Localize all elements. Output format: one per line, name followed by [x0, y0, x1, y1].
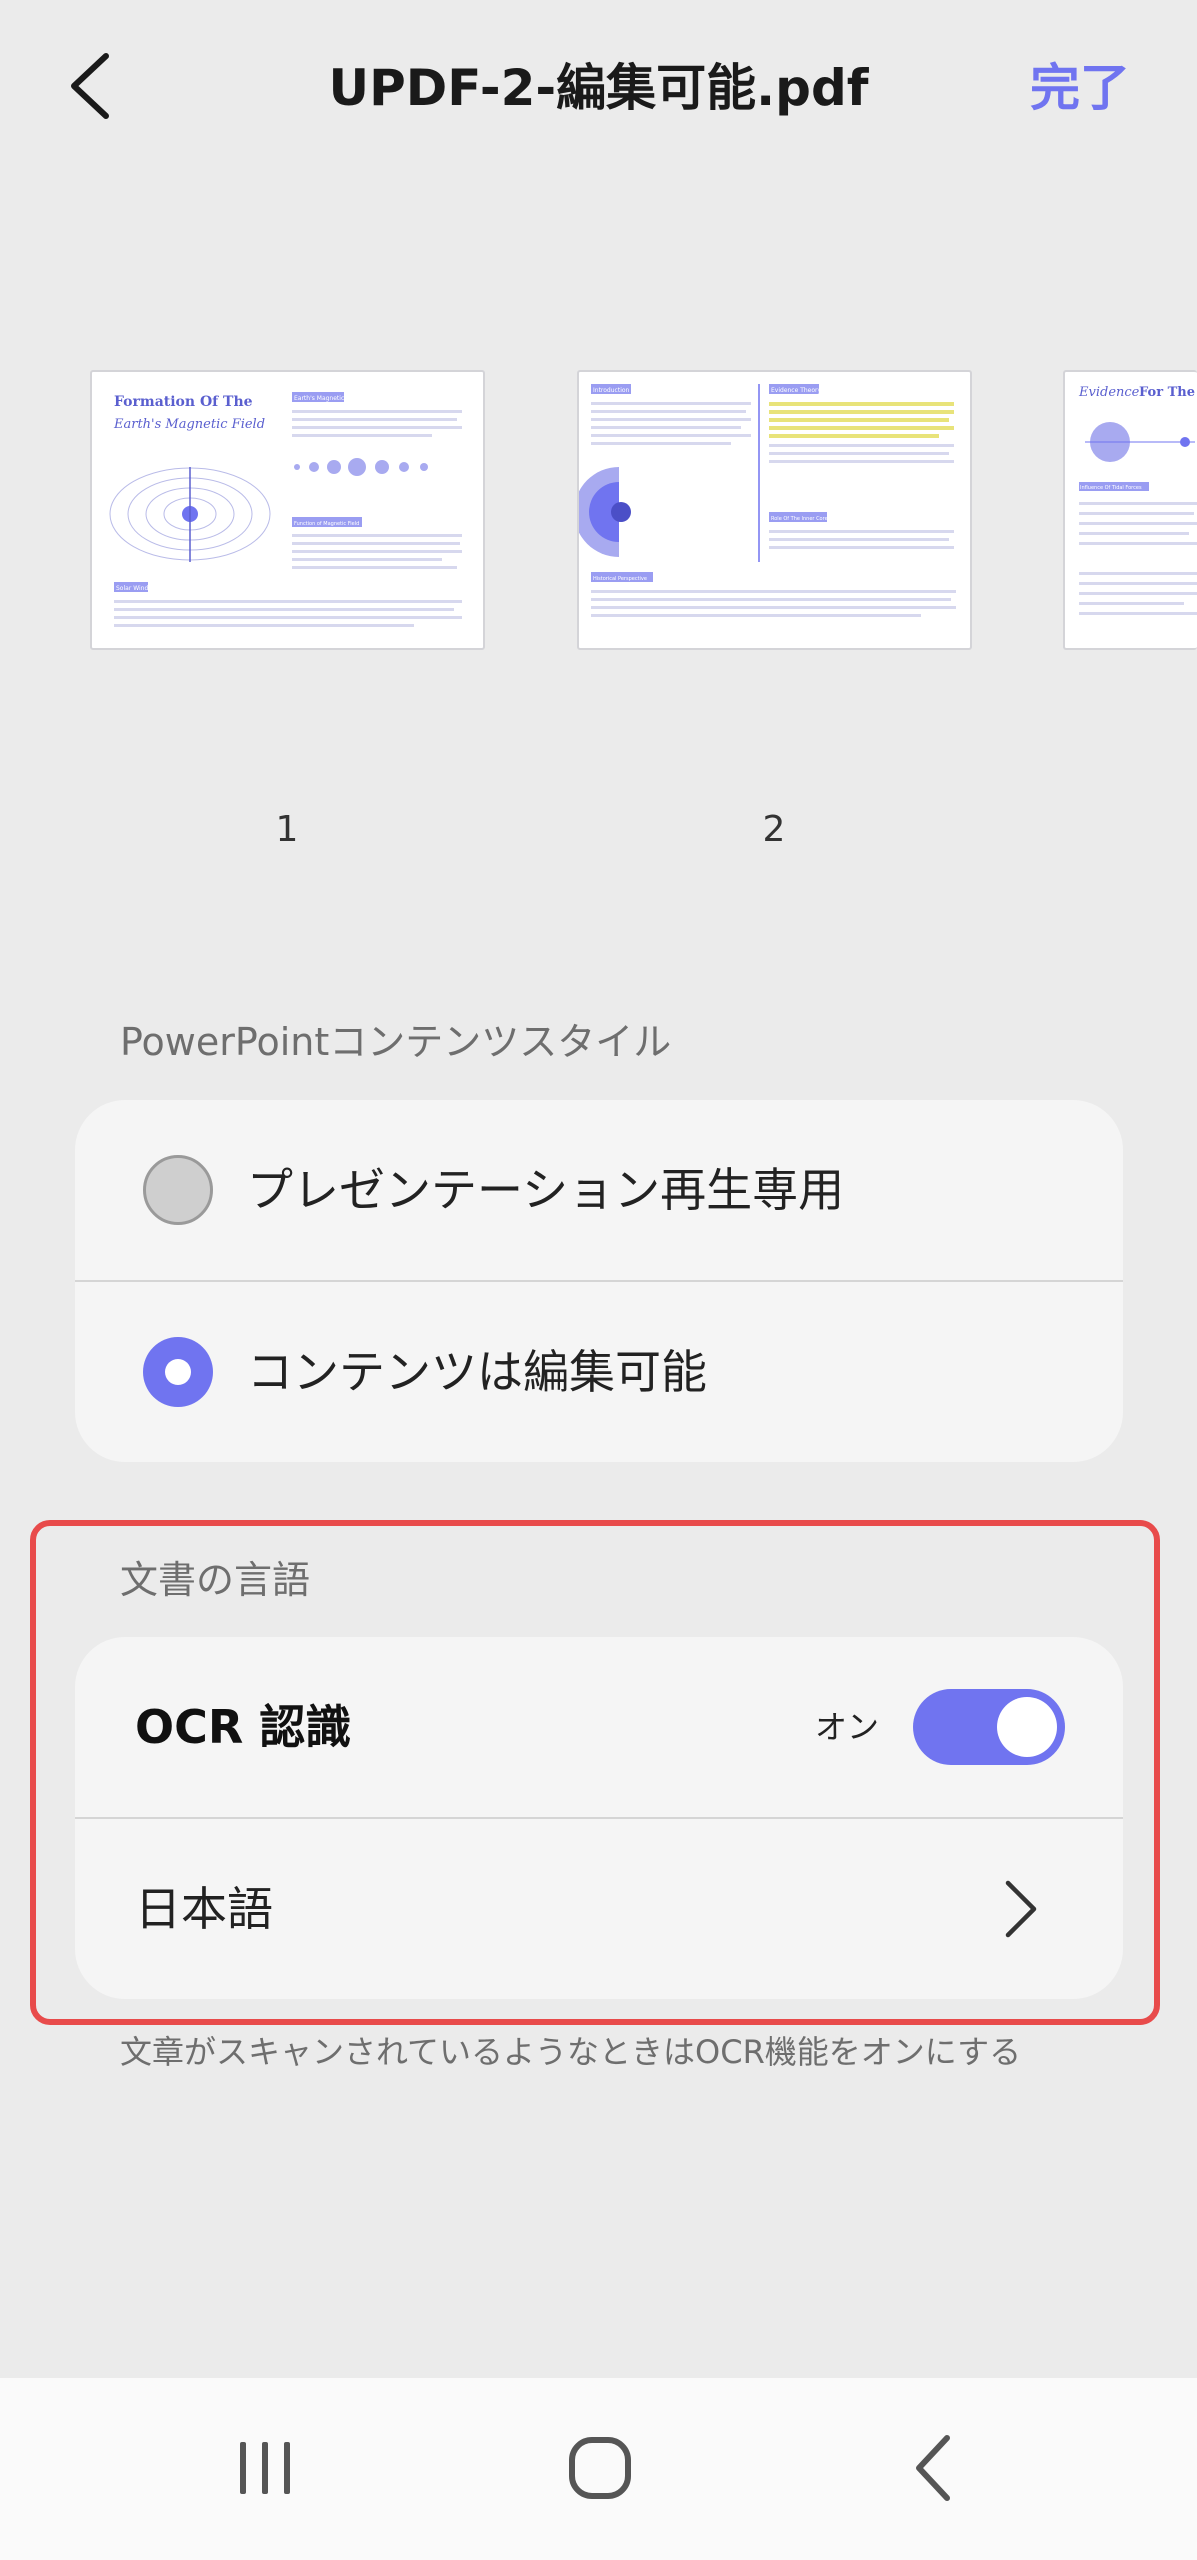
- document-language-section-label: 文書の言語: [120, 1558, 311, 1602]
- language-row[interactable]: 日本語: [75, 1817, 1123, 1999]
- document-language-card: OCR 認識 オン 日本語: [75, 1637, 1123, 1999]
- page-3-title-prefix: Evidence: [1078, 385, 1140, 400]
- page-1-title-line1: Formation Of The: [114, 394, 253, 410]
- system-navigation-bar: [0, 2378, 1197, 2560]
- recent-apps-icon: [240, 2442, 290, 2494]
- chevron-left-icon: [71, 53, 109, 119]
- svg-text:Solar Wind: Solar Wind: [116, 585, 148, 592]
- page-thumbnail-2[interactable]: Introduction Evidence Theory Role Of The…: [577, 370, 972, 650]
- ocr-state-label: オン: [815, 1708, 880, 1746]
- page-number-2: 2: [762, 809, 786, 850]
- recent-apps-button[interactable]: [205, 2418, 325, 2518]
- back-icon: [916, 2435, 950, 2501]
- ppt-style-section-label: PowerPointコンテンツスタイル: [120, 1020, 672, 1064]
- svg-text:Role Of The Inner Core: Role Of The Inner Core: [771, 516, 828, 522]
- page-1-title-line2: Earth's Magnetic Field: [113, 417, 265, 432]
- option-presentation-only[interactable]: プレゼンテーション再生専用: [75, 1100, 1123, 1280]
- svg-text:Evidence Theory: Evidence Theory: [771, 387, 822, 394]
- option-editable-content[interactable]: コンテンツは編集可能: [75, 1280, 1123, 1462]
- home-icon: [569, 2437, 631, 2499]
- page-1-preview: Formation Of The Earth's Magnetic Field …: [109, 392, 462, 627]
- chevron-right-icon: [1005, 1880, 1037, 1938]
- ocr-row: OCR 認識 オン: [75, 1637, 1123, 1817]
- svg-text:Introduction: Introduction: [593, 387, 630, 394]
- svg-text:Historical Perspective: Historical Perspective: [593, 576, 647, 582]
- page-number-1: 1: [275, 809, 299, 850]
- ppt-style-card: プレゼンテーション再生専用 コンテンツは編集可能: [75, 1100, 1123, 1462]
- back-button[interactable]: [50, 36, 130, 136]
- svg-text:Influence Of Tidal Forces: Influence Of Tidal Forces: [1080, 485, 1142, 491]
- ocr-toggle[interactable]: [913, 1689, 1065, 1765]
- ocr-hint: 文章がスキャンされているようなときはOCR機能をオンにする: [120, 2033, 1022, 2071]
- home-button[interactable]: [540, 2418, 660, 2518]
- page-title: UPDF-2-編集可能.pdf: [328, 59, 869, 117]
- page-3-title-rest: For The T: [1139, 385, 1197, 400]
- page-thumbnail-1[interactable]: Formation Of The Earth's Magnetic Field …: [90, 370, 485, 650]
- radio-selected[interactable]: [143, 1337, 213, 1407]
- page-3-preview: Evidence For The T Influence Of Tidal Fo…: [1078, 385, 1197, 615]
- svg-text:Function of Magnetic Field: Function of Magnetic Field: [294, 521, 359, 527]
- radio-unselected[interactable]: [143, 1155, 213, 1225]
- language-label: 日本語: [135, 1882, 273, 1936]
- toggle-knob: [997, 1697, 1057, 1757]
- page-thumbnail-3[interactable]: Evidence For The T Influence Of Tidal Fo…: [1063, 370, 1197, 650]
- nav-back-button[interactable]: [875, 2418, 995, 2518]
- ocr-label: OCR 認識: [135, 1700, 352, 1754]
- done-button[interactable]: 完了: [1030, 48, 1130, 128]
- option-label: コンテンツは編集可能: [247, 1345, 707, 1399]
- page-2-preview: Introduction Evidence Theory Role Of The…: [579, 384, 956, 617]
- option-label: プレゼンテーション再生専用: [247, 1163, 845, 1217]
- svg-text:Earth's Magnetic: Earth's Magnetic: [294, 395, 344, 402]
